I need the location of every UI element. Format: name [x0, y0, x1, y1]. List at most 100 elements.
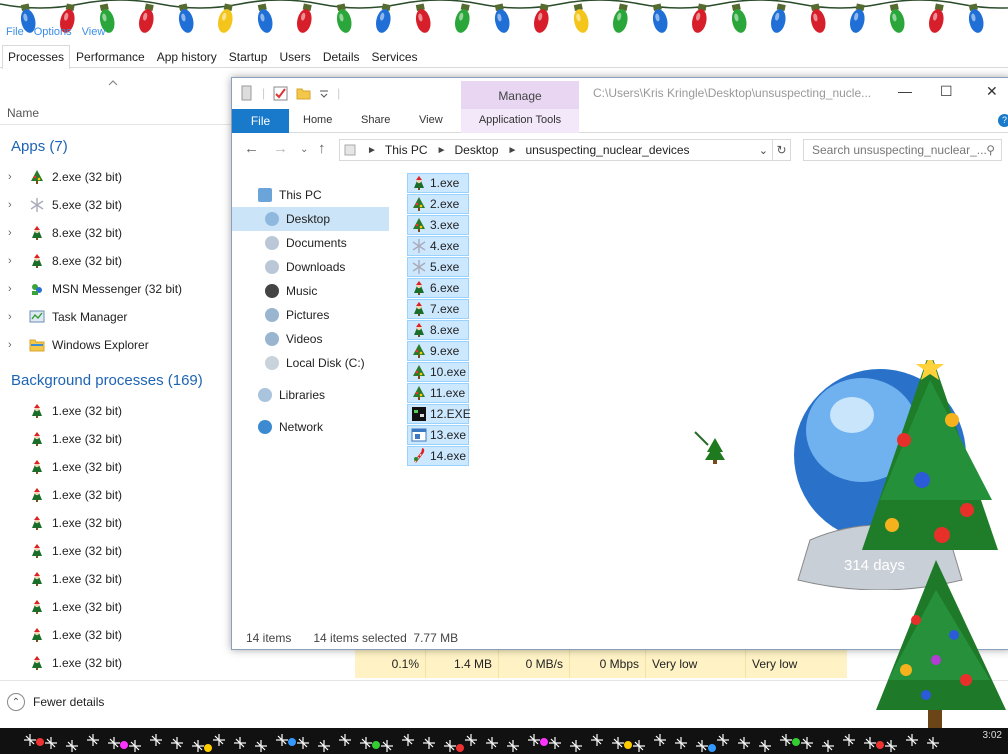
nav-network[interactable]: Network [258, 416, 323, 438]
nav-documents[interactable]: Documents [265, 232, 347, 254]
file-item[interactable]: 9.exe [407, 341, 469, 361]
breadcrumb-desktop[interactable]: Desktop [455, 143, 499, 157]
header-divider [0, 124, 232, 125]
menu-view[interactable]: View [82, 26, 106, 38]
menu-file[interactable]: File [6, 26, 24, 38]
app-process-row[interactable]: › Task Manager [0, 303, 232, 331]
explorer-app-icon[interactable] [240, 85, 254, 101]
expand-chevron-icon[interactable]: › [8, 283, 19, 295]
file-item[interactable]: 10.exe [407, 362, 469, 382]
file-item[interactable]: 4.exe [407, 236, 469, 256]
forward-arrow-icon[interactable]: → [273, 140, 288, 157]
properties-check-icon[interactable] [273, 86, 288, 101]
tab-processes[interactable]: Processes [2, 45, 71, 69]
nav-this-pc[interactable]: This PC [258, 184, 322, 206]
file-item[interactable]: 8.exe [407, 320, 469, 340]
file-item[interactable]: 1.exe [407, 173, 469, 193]
file-item[interactable]: 12.EXE [407, 404, 471, 424]
snowflake-icon [87, 734, 99, 746]
app-process-row[interactable]: › 8.exe (32 bit) [0, 219, 232, 247]
file-item[interactable]: 6.exe [407, 278, 469, 298]
expand-chevron-icon[interactable]: › [8, 311, 19, 323]
file-item[interactable]: 2.exe [407, 194, 469, 214]
menu-options[interactable]: Options [34, 26, 72, 38]
ribbon-tab-application-tools[interactable]: Application Tools [461, 109, 579, 133]
column-header-name[interactable]: Name [7, 106, 39, 120]
tab-details[interactable]: Details [317, 45, 366, 68]
minimize-icon[interactable]: — [898, 83, 912, 99]
tab-users[interactable]: Users [273, 45, 316, 68]
expand-chevron-icon[interactable]: › [8, 255, 19, 267]
new-folder-icon[interactable] [296, 86, 311, 100]
background-process-row[interactable]: 1.exe (32 bit) [0, 397, 232, 425]
file-item[interactable]: 3.exe [407, 215, 469, 235]
app-process-row[interactable]: › Windows Explorer [0, 331, 232, 359]
file-item[interactable]: 7.exe [407, 299, 469, 319]
expand-chevron-icon[interactable]: › [8, 227, 19, 239]
breadcrumb-separator-icon[interactable]: ► [367, 145, 377, 156]
maximize-icon[interactable]: ☐ [940, 83, 953, 100]
taskbar-clock[interactable]: 3:02 [983, 730, 1002, 741]
expand-chevron-icon[interactable]: › [8, 199, 19, 211]
fewer-details-button[interactable]: ⌃ Fewer details [7, 693, 104, 711]
address-bar[interactable]: ► This PC ► Desktop ► unsuspecting_nucle… [339, 139, 773, 161]
breadcrumb-folder[interactable]: unsuspecting_nuclear_devices [525, 143, 689, 157]
background-group-header[interactable]: Background processes (169) [11, 372, 203, 389]
background-process-row[interactable]: 1.exe (32 bit) [0, 425, 232, 453]
manage-contextual-tab[interactable]: Manage [461, 81, 579, 109]
close-icon[interactable]: ✕ [986, 83, 998, 100]
background-process-row[interactable]: 1.exe (32 bit) [0, 537, 232, 565]
nav-desktop[interactable]: Desktop [265, 208, 330, 230]
nav-pictures[interactable]: Pictures [265, 304, 329, 326]
app-process-row[interactable]: › MSN Messenger (32 bit) [0, 275, 232, 303]
search-input[interactable]: Search unsuspecting_nuclear_... ⚲ [803, 139, 1002, 161]
ribbon-tab-view[interactable]: View [419, 114, 443, 126]
background-process-row[interactable]: 1.exe (32 bit) [0, 649, 232, 677]
snowflake-icon [412, 239, 426, 253]
file-item[interactable]: 13.exe [407, 425, 469, 445]
background-process-row[interactable]: 1.exe (32 bit) [0, 565, 232, 593]
taskbar: 3:02 [0, 728, 1008, 754]
background-process-row[interactable]: 1.exe (32 bit) [0, 593, 232, 621]
ribbon-tab-home[interactable]: Home [303, 114, 332, 126]
tab-performance[interactable]: Performance [70, 45, 151, 68]
back-arrow-icon[interactable]: ← [244, 140, 259, 157]
file-item[interactable]: 14.exe [407, 446, 469, 466]
breadcrumb-this-pc[interactable]: This PC [385, 143, 428, 157]
apps-group-header[interactable]: Apps (7) [11, 138, 68, 155]
process-name: 1.exe (32 bit) [52, 488, 123, 502]
recent-locations-chevron-icon[interactable]: ⌄ [300, 144, 308, 155]
background-process-row[interactable]: 1.exe (32 bit) [0, 453, 232, 481]
breadcrumb-separator-icon[interactable]: ► [508, 145, 518, 156]
santa-icon [32, 432, 42, 446]
background-process-row[interactable]: 1.exe (32 bit) [0, 481, 232, 509]
file-item[interactable]: 5.exe [407, 257, 469, 277]
tab-services[interactable]: Services [366, 45, 424, 68]
file-item[interactable]: 11.exe [407, 383, 469, 403]
expand-chevron-icon[interactable]: › [8, 171, 19, 183]
title-bar[interactable]: | | Manage C:\Users\Kris Kringle\Desktop… [232, 78, 1008, 109]
up-arrow-icon[interactable]: ↑ [318, 140, 326, 157]
ribbon-tab-share[interactable]: Share [361, 114, 390, 126]
background-process-row[interactable]: 1.exe (32 bit) [0, 509, 232, 537]
app-process-row[interactable]: › 8.exe (32 bit) [0, 247, 232, 275]
tab-startup[interactable]: Startup [223, 45, 274, 68]
nav-libraries[interactable]: Libraries [258, 384, 325, 406]
ribbon-tab-file[interactable]: File [232, 109, 289, 133]
app-process-row[interactable]: › 5.exe (32 bit) [0, 191, 232, 219]
background-process-row[interactable]: 1.exe (32 bit) [0, 621, 232, 649]
address-dropdown-icon[interactable]: ⌄ [759, 144, 768, 157]
nav-music[interactable]: Music [265, 280, 317, 302]
sort-chevron-up-icon[interactable] [108, 80, 118, 86]
nav-local-disk[interactable]: Local Disk (C:) [265, 352, 365, 374]
refresh-icon[interactable]: ↻ [773, 139, 791, 161]
breadcrumb-separator-icon[interactable]: ► [437, 145, 447, 156]
selected-process-metrics[interactable]: 0.1% 1.4 MB 0 MB/s 0 Mbps Very low Very … [355, 650, 847, 678]
nav-videos[interactable]: Videos [265, 328, 322, 350]
qat-dropdown-icon[interactable] [319, 87, 329, 99]
app-process-row[interactable]: › 2.exe (32 bit) [0, 163, 232, 191]
tab-app-history[interactable]: App history [151, 45, 223, 68]
nav-downloads[interactable]: Downloads [265, 256, 345, 278]
expand-chevron-icon[interactable]: › [8, 339, 19, 351]
help-icon[interactable]: ? [998, 114, 1008, 127]
